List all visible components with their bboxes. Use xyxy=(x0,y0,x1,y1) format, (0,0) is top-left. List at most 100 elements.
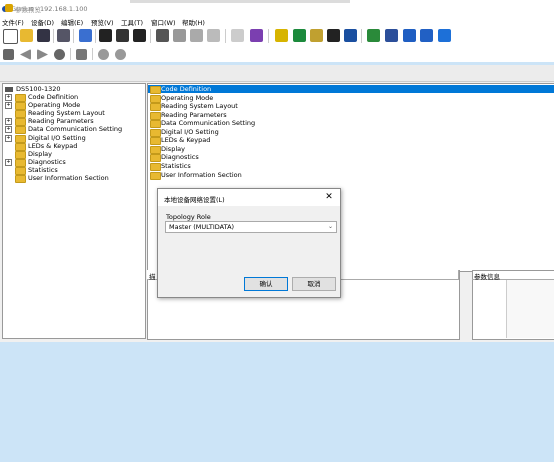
tree-item-label: User Information Section xyxy=(28,174,109,182)
list-item-label: User Information Section xyxy=(161,170,242,179)
monitor-icon[interactable] xyxy=(327,29,340,42)
paste-icon[interactable] xyxy=(190,29,203,42)
gear-icon[interactable] xyxy=(344,29,357,42)
column-divider[interactable] xyxy=(458,270,459,279)
stop-icon[interactable] xyxy=(76,49,87,60)
folder-icon xyxy=(150,137,161,146)
clipboard-icon[interactable] xyxy=(231,29,244,42)
folder-icon[interactable] xyxy=(3,49,14,60)
network-icon[interactable] xyxy=(293,29,306,42)
folder-icon xyxy=(15,166,26,175)
new-icon[interactable] xyxy=(3,29,18,44)
separator xyxy=(95,29,96,43)
separator xyxy=(268,29,269,43)
expand-icon[interactable]: + xyxy=(5,94,12,101)
list-item-label: Data Communication Setting xyxy=(161,119,256,128)
forward-icon[interactable] xyxy=(37,49,48,60)
tree-item-label: Diagnostics xyxy=(28,157,66,166)
export-config-icon[interactable] xyxy=(133,29,146,42)
parameter-preview-header xyxy=(0,65,554,82)
save-config-icon[interactable] xyxy=(116,29,129,42)
list-item-label: LEDs & Keypad xyxy=(161,136,211,145)
expand-icon[interactable]: + xyxy=(5,134,12,142)
download-icon[interactable] xyxy=(420,29,433,42)
list-item-label: Reading Parameters xyxy=(161,110,227,119)
terminal-icon[interactable] xyxy=(438,29,451,42)
menu-bar: 文件(F) 设备(D) 编辑(E) 预览(V) 工具(T) 窗口(W) 帮助(H… xyxy=(0,16,554,27)
folder-icon xyxy=(15,118,26,127)
open-icon[interactable] xyxy=(20,29,33,42)
record-icon[interactable] xyxy=(54,49,65,60)
list-item-label: Operating Mode xyxy=(161,93,214,102)
tree-item-label: LEDs & Keypad xyxy=(28,141,78,150)
panel-title: 参数预览 xyxy=(15,6,41,14)
topology-role-value: Master (MULTIDATA) xyxy=(169,223,235,231)
expand-icon[interactable]: + xyxy=(5,102,12,110)
separator xyxy=(225,29,226,43)
tree-item-label: Statistics xyxy=(28,165,58,174)
close-icon[interactable]: ✕ xyxy=(324,192,334,202)
undo-icon[interactable] xyxy=(98,49,109,60)
cancel-button[interactable]: 取消 xyxy=(292,277,336,291)
delete-icon[interactable] xyxy=(207,29,220,42)
separator xyxy=(70,48,71,60)
list-item[interactable]: Code Definition xyxy=(148,85,554,94)
folder-icon xyxy=(150,128,161,137)
folder-icon xyxy=(15,175,26,183)
folder-icon xyxy=(150,120,161,129)
copy-icon[interactable] xyxy=(173,29,186,42)
separator xyxy=(53,29,54,43)
scanner-icon[interactable] xyxy=(367,29,380,42)
tree-root-label: DS5100-1320 xyxy=(16,85,61,93)
folder-icon xyxy=(15,134,26,143)
tree-item-label: Reading System Layout xyxy=(28,109,105,118)
tree-item-label: Operating Mode xyxy=(28,101,81,110)
expand-icon[interactable]: + xyxy=(5,118,12,126)
main-toolbar xyxy=(0,26,554,46)
upload-icon[interactable] xyxy=(403,29,416,42)
properties-icon[interactable] xyxy=(79,29,92,42)
tree-item-label: Display xyxy=(28,149,52,158)
parameters-icon[interactable] xyxy=(250,29,263,42)
parameter-info-content xyxy=(506,280,554,338)
folder-icon xyxy=(150,86,161,94)
expand-icon[interactable]: + xyxy=(5,126,12,134)
parameter-tree[interactable]: DS5100-1320 + Code Definition + Operating M… xyxy=(2,83,146,339)
device-icon[interactable] xyxy=(385,29,398,42)
folder-icon xyxy=(15,142,26,151)
separator xyxy=(92,48,93,60)
top-strip xyxy=(130,0,350,3)
folder-icon xyxy=(150,103,161,112)
list-item-label: Code Definition xyxy=(161,85,212,93)
redo-icon[interactable] xyxy=(115,49,126,60)
back-icon[interactable] xyxy=(20,49,31,60)
separator xyxy=(361,29,362,43)
print-icon[interactable] xyxy=(57,29,70,42)
folder-icon xyxy=(15,110,26,119)
list-item-label: Display xyxy=(161,144,185,153)
save-icon[interactable] xyxy=(37,29,50,42)
separator xyxy=(150,29,151,43)
folder-icon xyxy=(150,111,161,120)
tree-item-label: Code Definition xyxy=(28,93,79,101)
sun-icon[interactable] xyxy=(275,29,288,42)
device-icon xyxy=(5,87,13,92)
load-config-icon[interactable] xyxy=(99,29,112,42)
list-item-label: Reading System Layout xyxy=(161,102,238,111)
folder-icon xyxy=(15,94,26,102)
parameter-preview-icon xyxy=(5,4,13,12)
connect-icon[interactable] xyxy=(310,29,323,42)
list-item-label: Diagnostics xyxy=(161,153,199,162)
parameter-info-label: 参数信息 xyxy=(474,273,500,281)
expand-icon[interactable]: + xyxy=(5,158,12,166)
network-settings-dialog: 本地设备网络设置(L) ✕ Topology Role Master (MULT… xyxy=(157,188,341,298)
folder-icon xyxy=(15,150,26,159)
confirm-button[interactable]: 确认 xyxy=(244,277,288,291)
topology-role-select[interactable]: Master (MULTIDATA) ⌄ xyxy=(165,221,337,233)
chevron-down-icon: ⌄ xyxy=(328,223,334,230)
folder-icon xyxy=(150,145,161,154)
tree-item-label: Reading Parameters xyxy=(28,117,94,126)
secondary-toolbar xyxy=(0,46,554,62)
tree-item-label: Digital I/O Setting xyxy=(28,133,86,142)
cut-icon[interactable] xyxy=(156,29,169,42)
